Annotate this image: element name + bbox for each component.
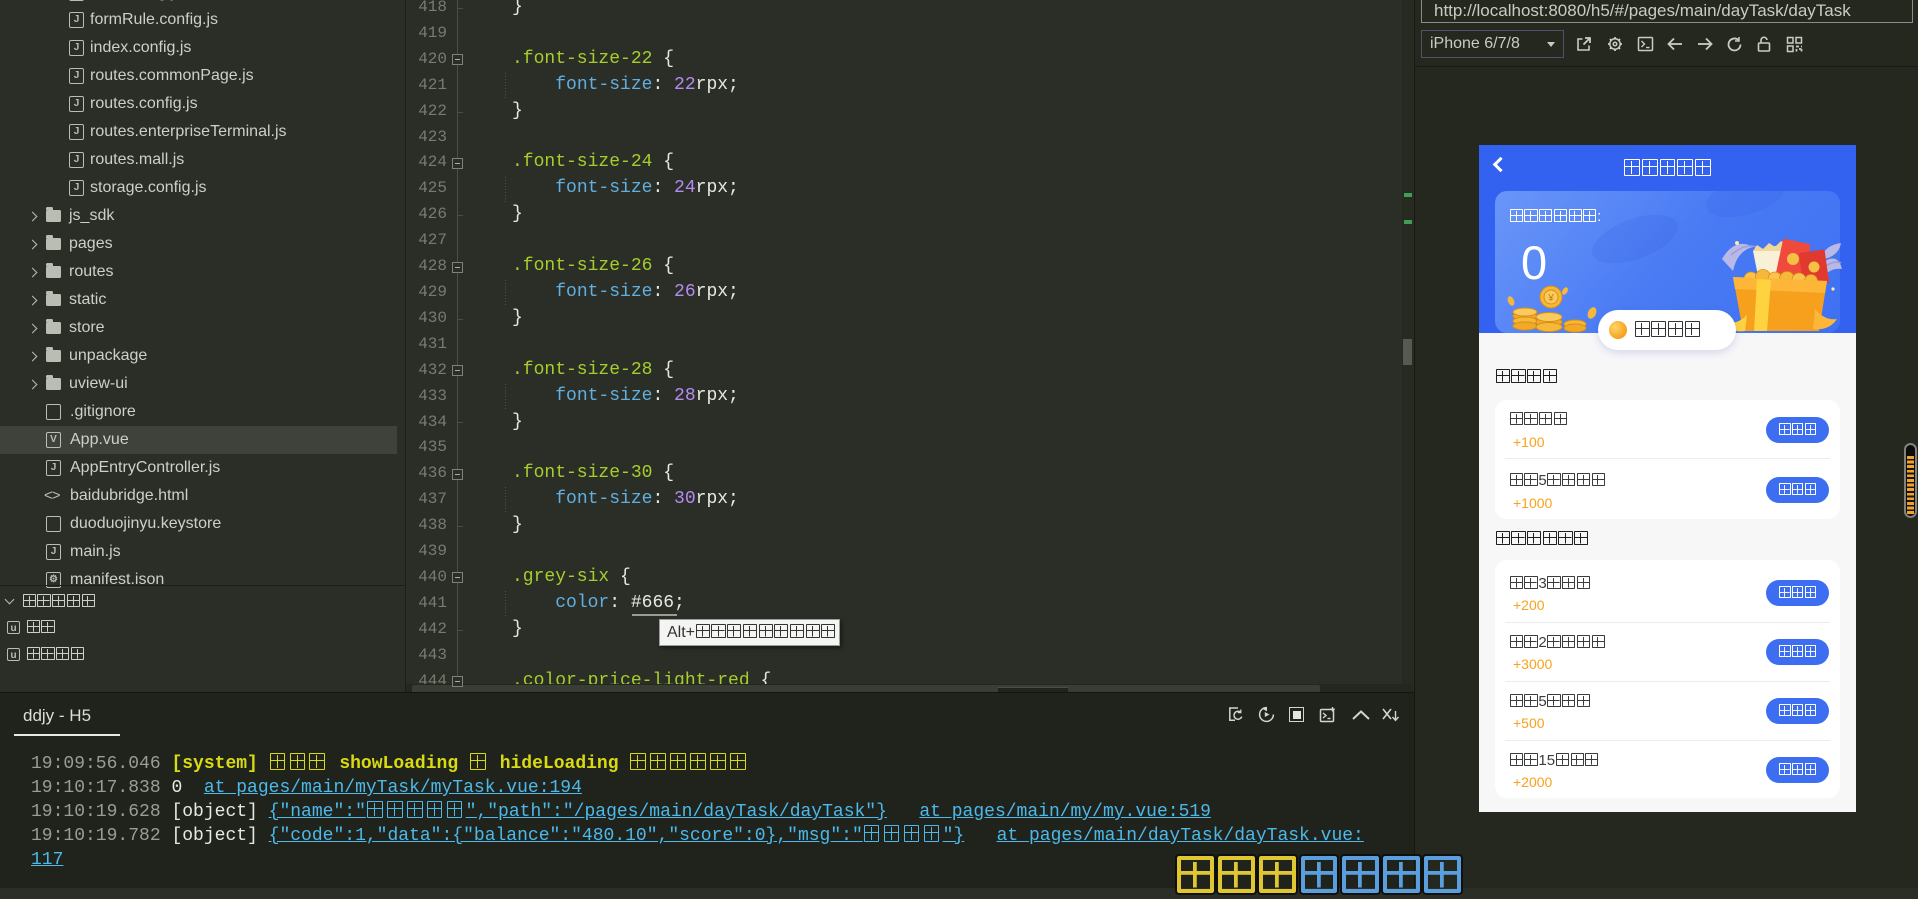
- svg-text:¥: ¥: [1547, 293, 1554, 304]
